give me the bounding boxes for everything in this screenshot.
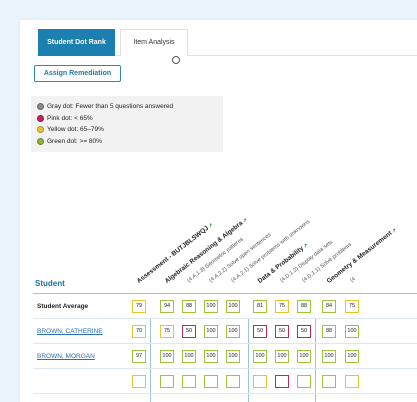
- score-cell[interactable]: [160, 375, 174, 388]
- score-cell[interactable]: [204, 375, 218, 388]
- legend-label: Pink dot: < 65%: [47, 114, 93, 122]
- score-cell[interactable]: [275, 375, 289, 388]
- legend-label: Gray dot: Fewer than 5 questions answere…: [47, 103, 174, 111]
- row-label: Student Average: [37, 303, 89, 310]
- student-name-link[interactable]: BROWN, CATHERINE: [37, 319, 103, 344]
- score-cell[interactable]: [226, 375, 240, 388]
- student-column-header: Student: [35, 279, 65, 288]
- score-cell[interactable]: 100: [253, 350, 267, 363]
- assign-remediation-button[interactable]: Assign Remediation: [34, 65, 121, 82]
- score-cell[interactable]: 84: [322, 300, 336, 313]
- score-cell[interactable]: 75: [345, 300, 359, 313]
- green-dot-icon: [37, 137, 44, 145]
- student-name-link[interactable]: BROWN, MORGAN: [37, 344, 95, 369]
- score-cell[interactable]: 94: [160, 300, 174, 313]
- score-cell[interactable]: 50: [182, 325, 196, 338]
- score-cell[interactable]: 100: [297, 350, 311, 363]
- score-cell[interactable]: 88: [297, 300, 311, 313]
- score-cell[interactable]: 100: [345, 350, 359, 363]
- score-cell[interactable]: 100: [226, 325, 240, 338]
- dot-legend: Gray dot: Fewer than 5 questions answere…: [31, 96, 223, 152]
- table-row: BROWN, MORGAN 97 100 100 100 100 100 100 100 100 1…: [33, 344, 417, 369]
- score-cell[interactable]: [322, 375, 336, 388]
- score-cell[interactable]: [345, 375, 359, 388]
- score-cell[interactable]: 100: [275, 350, 289, 363]
- score-cell[interactable]: [253, 375, 267, 388]
- score-cell[interactable]: 70: [132, 325, 146, 338]
- score-cell[interactable]: 100: [226, 300, 240, 313]
- score-cell[interactable]: [132, 375, 146, 388]
- score-cell[interactable]: 100: [345, 325, 359, 338]
- score-cell[interactable]: 88: [322, 325, 336, 338]
- tab-item-analysis[interactable]: Item Analysis: [120, 29, 188, 56]
- score-cell[interactable]: 75: [275, 300, 289, 313]
- legend-label: Yellow dot: 65–79%: [47, 126, 104, 134]
- legend-label: Green dot: >= 80%: [47, 137, 102, 145]
- score-cell[interactable]: 100: [322, 350, 336, 363]
- legend-item-green: Green dot: >= 80%: [37, 136, 217, 148]
- tab-student-dot-rank[interactable]: Student Dot Rank: [38, 29, 115, 56]
- column-header: (4: [349, 276, 357, 284]
- score-cell[interactable]: 81: [253, 300, 267, 313]
- score-cell[interactable]: 88: [182, 300, 196, 313]
- report-card: Student Dot Rank Item Analysis Assign Re…: [20, 20, 417, 402]
- score-cell[interactable]: 100: [204, 325, 218, 338]
- score-cell[interactable]: 100: [226, 350, 240, 363]
- score-cell[interactable]: 100: [182, 350, 196, 363]
- score-cell[interactable]: 97: [132, 350, 146, 363]
- table-row: BROWN, CATHERINE 70 75 50 100 100 50 50 50 88 100: [33, 319, 417, 344]
- legend-item-pink: Pink dot: < 65%: [37, 113, 217, 125]
- score-cell[interactable]: [297, 375, 311, 388]
- legend-item-yellow: Yellow dot: 65–79%: [37, 124, 217, 136]
- dot-rank-table: Student Average 79 94 88 100 100 81 75 88 84 75 BRO…: [33, 293, 417, 402]
- loading-cursor-icon: [172, 56, 180, 64]
- score-cell[interactable]: 100: [160, 350, 174, 363]
- score-cell[interactable]: 100: [204, 300, 218, 313]
- student-average-row: Student Average 79 94 88 100 100 81 75 88 84 75: [33, 294, 417, 319]
- score-cell[interactable]: 50: [253, 325, 267, 338]
- legend-item-gray: Gray dot: Fewer than 5 questions answere…: [37, 101, 217, 113]
- yellow-dot-icon: [37, 126, 44, 134]
- tab-bar: Student Dot Rank Item Analysis: [36, 29, 417, 56]
- score-cell[interactable]: 50: [297, 325, 311, 338]
- score-cell[interactable]: 100: [204, 350, 218, 363]
- table-row: [33, 369, 417, 394]
- score-cell[interactable]: 79: [132, 300, 146, 313]
- score-cell[interactable]: 50: [275, 325, 289, 338]
- pink-dot-icon: [37, 114, 44, 122]
- score-cell[interactable]: 75: [160, 325, 174, 338]
- score-cell[interactable]: [182, 375, 196, 388]
- gray-dot-icon: [37, 103, 44, 111]
